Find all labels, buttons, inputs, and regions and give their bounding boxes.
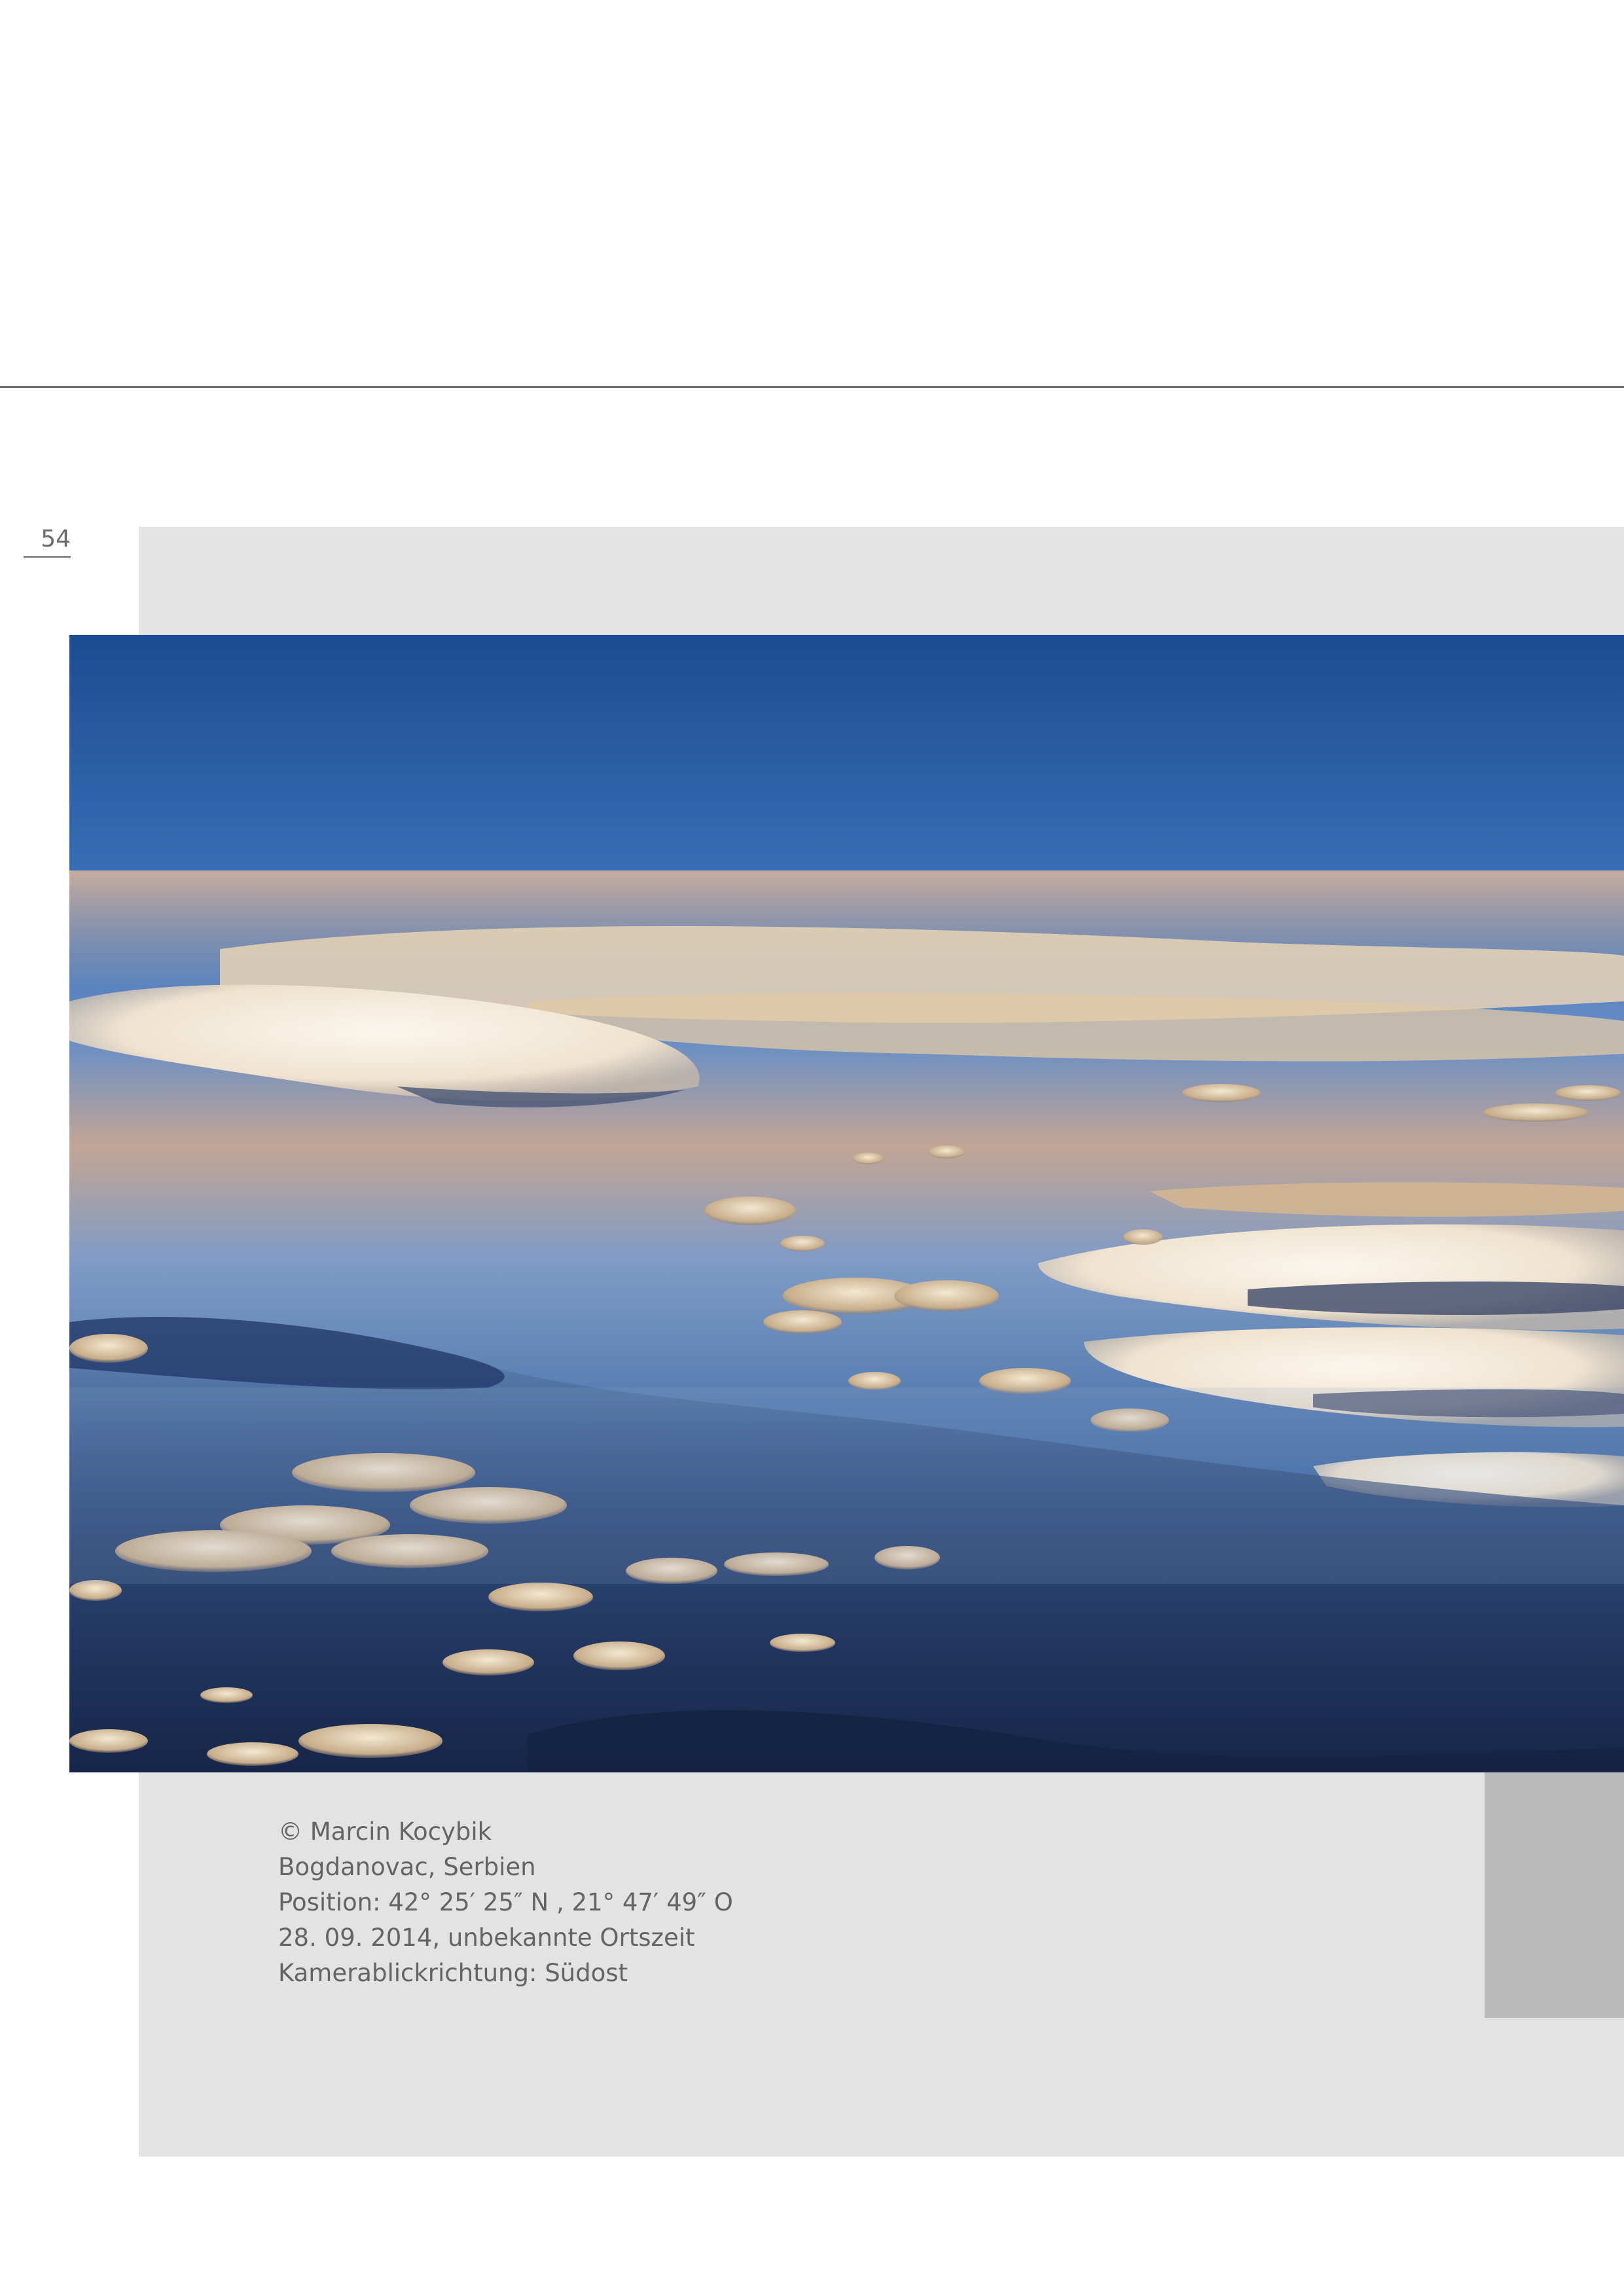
caption-direction: Kamerablickrichtung: Südost: [278, 1959, 628, 1987]
caption-position: Position: 42° 25′ 25″ N , 21° 47′ 49″ O: [278, 1888, 733, 1916]
caption-date: 28. 09. 2014, unbekannte Ortszeit: [278, 1924, 695, 1952]
aerial-cloud-photo: [69, 635, 1624, 1772]
photo-caption: © Marcin Kocybik Bogdanovac, Serbien Pos…: [278, 1814, 1195, 1991]
photo-illustration: [69, 635, 1624, 1772]
caption-copyright: © Marcin Kocybik: [278, 1818, 492, 1846]
page-number: 54: [41, 526, 71, 552]
side-tab: [1485, 1772, 1624, 2018]
caption-location: Bogdanovac, Serbien: [278, 1853, 536, 1881]
page-number-underline: [24, 556, 71, 558]
header-rule: [0, 386, 1624, 388]
